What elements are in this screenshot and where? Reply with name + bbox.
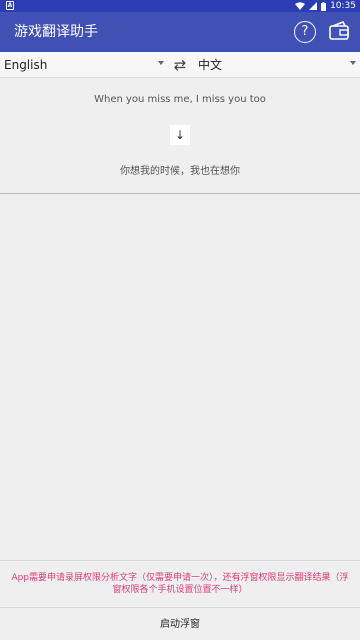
signal-icon	[309, 2, 318, 10]
wallet-icon[interactable]	[328, 20, 350, 42]
notification-icon: A	[6, 1, 14, 10]
help-icon: ?	[301, 24, 309, 39]
help-button[interactable]: ?	[294, 21, 316, 43]
app-title: 游戏翻译助手	[14, 24, 98, 40]
permission-notice-line1: App需要申请录屏权限分析文字（仅需要申请一次），还有浮窗权限显示翻译结果（浮	[11, 573, 349, 583]
status-bar: A 10:35	[0, 0, 360, 12]
language-bar: English ⇄ 中文	[0, 52, 360, 78]
bottom-divider	[0, 607, 360, 608]
start-floating-window-button[interactable]: 启动浮窗	[0, 610, 360, 640]
status-time: 10:35	[330, 1, 356, 11]
source-language-select[interactable]: English	[4, 52, 47, 78]
target-language-select[interactable]: 中文	[198, 52, 222, 78]
source-dropdown-icon[interactable]	[158, 61, 164, 65]
status-icons: 10:35	[295, 0, 356, 12]
wifi-icon	[295, 2, 306, 10]
notice-divider	[0, 560, 360, 561]
swap-icon: ⇄	[173, 56, 187, 74]
battery-icon	[321, 1, 327, 11]
target-dropdown-icon[interactable]	[350, 61, 356, 65]
down-arrow-icon: ↓	[170, 125, 190, 145]
swap-languages-button[interactable]: ⇄	[170, 55, 190, 75]
permission-notice-line2: 窗权限各个手机设置位置不一样）	[112, 585, 248, 595]
app-bar: 游戏翻译助手 ?	[0, 12, 360, 52]
divider	[0, 193, 360, 194]
permission-notice: App需要申请录屏权限分析文字（仅需要申请一次），还有浮窗权限显示翻译结果（浮 …	[0, 572, 360, 596]
translated-text: 你想我的时候，我也在想你	[120, 166, 240, 177]
source-text: When you miss me, I miss you too	[94, 94, 266, 105]
